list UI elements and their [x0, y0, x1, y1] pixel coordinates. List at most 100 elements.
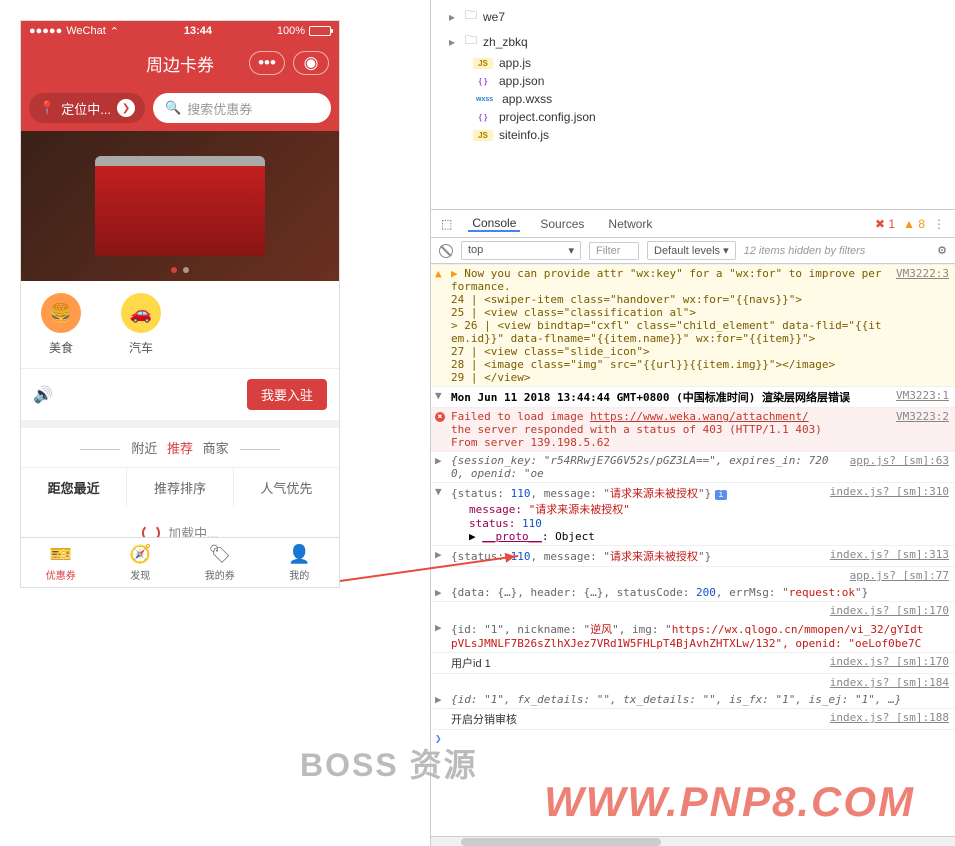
console-prompt[interactable]: ❯ — [431, 729, 955, 734]
capsule-close-button[interactable]: ◉ — [293, 51, 329, 75]
tab-merchant[interactable]: 商家 — [203, 441, 229, 456]
search-input[interactable]: 🔍 搜索优惠券 — [153, 93, 331, 123]
watermark-url: WWW.PNP8.COM — [544, 778, 915, 826]
file-tree: ▸🗀we7 ▸🗀zh_zbkq JSapp.js { }app.json wxs… — [431, 0, 955, 210]
tab-nearby[interactable]: 附近 — [131, 441, 157, 456]
scrollbar-thumb[interactable] — [461, 838, 661, 846]
tabbar: 🎫 优惠券 🧭 发现 🏷 我的券 👤 我的 — [21, 537, 339, 587]
console-log-expanded[interactable]: ▼ {status: 110, message: "请求来源未被授权"}i me… — [431, 482, 955, 545]
tree-folder[interactable]: ▸🗀we7 — [449, 4, 955, 29]
console-log[interactable]: ▶ {session_key: "r54RRwjE7G6V52s/pGZ3LA=… — [431, 451, 955, 482]
json-badge-icon: { } — [473, 76, 493, 87]
join-button[interactable]: 我要入驻 — [247, 379, 327, 410]
log-source-link[interactable]: index.js? [sm]:170 — [820, 604, 949, 617]
console-log[interactable]: index.js? [sm]:184 — [431, 673, 955, 691]
log-source-link[interactable]: app.js? [sm]:77 — [840, 569, 949, 582]
banner-swiper[interactable] — [21, 131, 339, 281]
sound-icon[interactable]: 🔊 — [33, 385, 53, 405]
battery-pct: 100% — [277, 25, 305, 37]
tree-file[interactable]: { }project.config.json — [449, 108, 955, 126]
location-text: 定位中... — [61, 99, 111, 118]
console-log[interactable]: ▶ {id: "1", nickname: "逆风", img: "https:… — [431, 619, 955, 652]
tabbar-label: 我的券 — [205, 567, 235, 582]
console-warning[interactable]: ▲ ▶ Now you can provide attr "wx:key" fo… — [431, 264, 955, 386]
tag-icon: 🏷 — [208, 544, 231, 565]
console-log[interactable]: ▶ {id: "1", fx_details: "", tx_details: … — [431, 691, 955, 708]
tree-file[interactable]: JSapp.js — [449, 54, 955, 72]
car-icon: 🚗 — [121, 293, 161, 333]
log-source-link[interactable]: index.js? [sm]:310 — [820, 485, 949, 543]
warning-count[interactable]: ▲ 8 — [903, 217, 925, 231]
console-log[interactable]: ▶ {data: {…}, header: {…}, statusCode: 2… — [431, 584, 955, 601]
category-row: 🍔 美食 🚗 汽车 — [21, 281, 339, 368]
folder-icon: 🗀 — [465, 31, 477, 52]
info-badge-icon[interactable]: i — [715, 490, 726, 500]
log-levels-selector[interactable]: Default levels ▾ — [647, 241, 736, 260]
console-log[interactable]: 用户id 1 index.js? [sm]:170 — [431, 652, 955, 673]
filter-input[interactable]: Filter — [589, 242, 639, 260]
log-source-link[interactable]: VM3223:2 — [886, 410, 949, 449]
capsule-menu-button[interactable]: ••• — [249, 51, 285, 75]
console-body[interactable]: ▲ ▶ Now you can provide attr "wx:key" fo… — [431, 264, 955, 836]
folder-icon: 🗀 — [465, 6, 477, 27]
tabbar-discover[interactable]: 🧭 发现 — [101, 538, 181, 587]
console-error-block[interactable]: ▼ Mon Jun 11 2018 13:44:44 GMT+0800 (中国标… — [431, 386, 955, 407]
sources-tab[interactable]: Sources — [536, 217, 588, 231]
js-badge-icon: JS — [473, 58, 493, 69]
nav-bar: 周边卡券 ••• ◉ — [21, 41, 339, 85]
search-row: 📍 定位中... ❯ 🔍 搜索优惠券 — [21, 85, 339, 131]
tabbar-coupon[interactable]: 🎫 优惠券 — [21, 538, 101, 587]
log-source-link[interactable]: VM3222:3 — [886, 267, 949, 384]
gear-icon[interactable]: ⚙ — [937, 244, 947, 257]
compass-icon: 🧭 — [129, 544, 151, 565]
inspect-icon[interactable]: ⬚ — [441, 217, 452, 231]
console-error[interactable]: ✖ Failed to load image https://www.weka.… — [431, 407, 955, 451]
tabbar-label: 优惠券 — [46, 567, 76, 582]
console-log[interactable]: index.js? [sm]:170 — [431, 601, 955, 619]
failed-url-link[interactable]: https://www.weka.wang/attachment/ — [590, 410, 809, 423]
tabbar-mine[interactable]: 👤 我的 — [260, 538, 340, 587]
tabbar-mycoupon[interactable]: 🏷 我的券 — [180, 538, 260, 587]
category-car[interactable]: 🚗 汽车 — [101, 293, 181, 356]
ticket-icon: 🎫 — [50, 544, 72, 565]
sort-distance[interactable]: 距您最近 — [21, 468, 127, 507]
signal-dots: ●●●●● — [29, 25, 62, 37]
tree-file[interactable]: wxssapp.wxss — [449, 90, 955, 108]
log-source-link[interactable]: app.js? [sm]:63 — [840, 454, 949, 480]
error-count[interactable]: ✖ 1 — [875, 217, 895, 231]
page-title: 周边卡券 — [146, 51, 214, 76]
status-bar: ●●●●● WeChat ⌃ 13:44 100% — [21, 21, 339, 41]
clear-console-button[interactable] — [439, 244, 453, 258]
wxss-badge-icon: wxss — [473, 95, 496, 104]
console-tab[interactable]: Console — [468, 216, 520, 232]
tabbar-label: 发现 — [130, 567, 150, 582]
tab-recommend[interactable]: 推荐 — [167, 441, 193, 456]
tree-file[interactable]: JSsiteinfo.js — [449, 126, 955, 144]
log-source-link[interactable]: index.js? [sm]:188 — [820, 711, 949, 727]
console-log[interactable]: 开启分销审核 index.js? [sm]:188 — [431, 708, 955, 729]
more-icon[interactable]: ⋮ — [933, 217, 945, 231]
sort-tabs: 距您最近 推荐排序 人气优先 — [21, 467, 339, 507]
battery-icon — [309, 26, 331, 36]
sort-popularity[interactable]: 人气优先 — [234, 468, 339, 507]
hidden-items-label: 12 items hidden by filters — [744, 245, 866, 257]
json-badge-icon: { } — [473, 112, 493, 123]
network-tab[interactable]: Network — [604, 217, 656, 231]
tree-folder[interactable]: ▸🗀zh_zbkq — [449, 29, 955, 54]
tree-file[interactable]: { }app.json — [449, 72, 955, 90]
context-selector[interactable]: top▾ — [461, 241, 581, 260]
category-food[interactable]: 🍔 美食 — [21, 293, 101, 356]
horizontal-scrollbar[interactable] — [431, 836, 955, 846]
console-log[interactable]: app.js? [sm]:77 — [431, 566, 955, 584]
log-source-link[interactable]: index.js? [sm]:184 — [820, 676, 949, 689]
sort-recommend[interactable]: 推荐排序 — [127, 468, 233, 507]
watermark-boss: BOSS 资源 — [300, 740, 478, 786]
log-source-link[interactable]: index.js? [sm]:170 — [820, 655, 949, 671]
chevron-right-icon: ❯ — [117, 99, 135, 117]
log-source-link[interactable]: index.js? [sm]:313 — [820, 548, 949, 564]
location-button[interactable]: 📍 定位中... ❯ — [29, 93, 145, 123]
category-label: 美食 — [21, 339, 101, 356]
tabbar-label: 我的 — [289, 567, 309, 582]
section-title: 附近 推荐 商家 — [21, 428, 339, 467]
log-source-link[interactable]: VM3223:1 — [886, 389, 949, 405]
